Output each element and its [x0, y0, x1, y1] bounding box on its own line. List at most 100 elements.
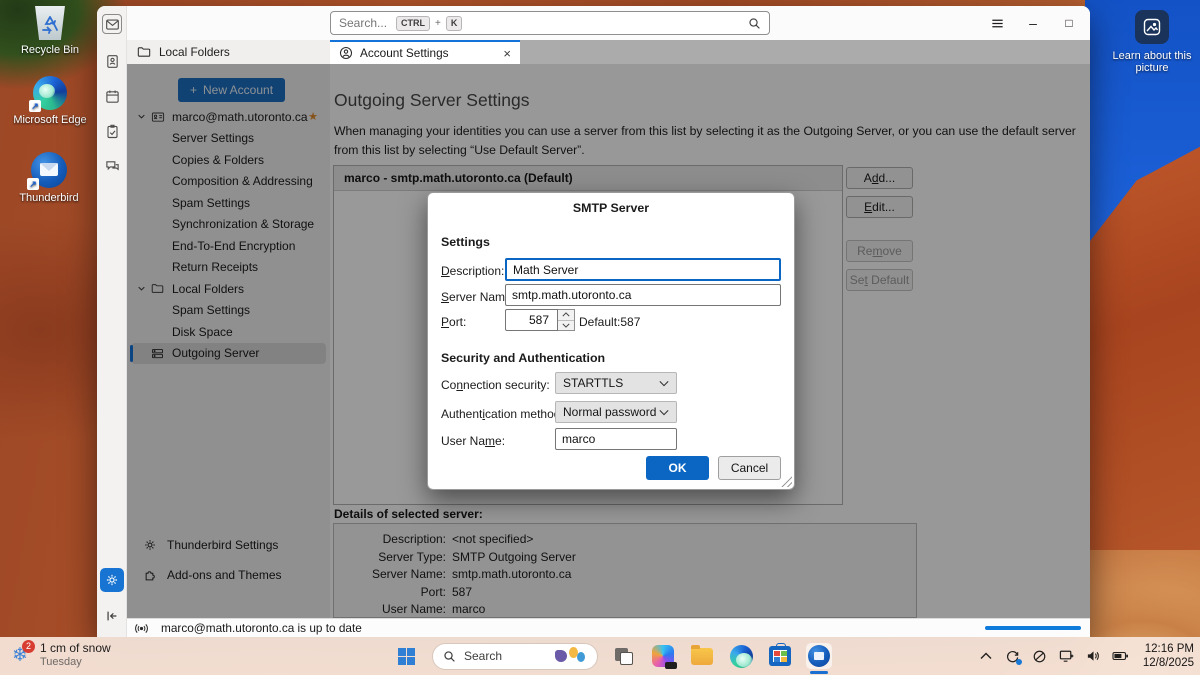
- server-name-label: Server Name:: [441, 290, 515, 304]
- addressbook-space-button[interactable]: [102, 51, 122, 71]
- unified-toolbar: Search... CTRL + K – □ ×: [127, 6, 1090, 40]
- desktop-icon-edge[interactable]: ↗ Microsoft Edge: [8, 76, 92, 126]
- shortcut-arrow-icon: ↗: [29, 100, 41, 112]
- copilot-button[interactable]: [650, 643, 676, 669]
- status-progress-bar: [985, 626, 1081, 630]
- tasks-icon: [105, 124, 120, 139]
- global-search-input[interactable]: Search... CTRL + K: [330, 11, 770, 35]
- file-explorer-icon: [691, 648, 713, 665]
- port-label: Port:: [441, 315, 466, 329]
- server-name-input[interactable]: smtp.math.utoronto.ca: [505, 284, 781, 306]
- clock-time: 12:16 PM: [1143, 642, 1194, 656]
- sync-update-icon[interactable]: [1004, 649, 1022, 664]
- status-bar: marco@math.utoronto.ca is up to date: [127, 618, 1090, 637]
- tab-label: Local Folders: [159, 45, 230, 59]
- desktop-icon-thunderbird[interactable]: ↗ Thunderbird: [7, 152, 91, 204]
- security-section-heading: Security and Authentication: [441, 351, 605, 365]
- activity-broadcast-icon: [134, 622, 149, 635]
- taskbar-clock[interactable]: 12:16 PM 12/8/2025: [1143, 642, 1194, 670]
- tab-close-button[interactable]: ×: [503, 47, 511, 60]
- mail-icon: [105, 17, 120, 32]
- chevron-down-icon: [659, 380, 669, 387]
- tasks-space-button[interactable]: [102, 121, 122, 141]
- settings-section-heading: Settings: [441, 235, 490, 249]
- battery-icon[interactable]: [1112, 650, 1130, 662]
- search-doodle-image: [553, 646, 587, 666]
- recycle-symbol-icon: [39, 14, 61, 34]
- shortcut-arrow-icon: ↗: [27, 178, 39, 190]
- maximize-button[interactable]: □: [1055, 9, 1083, 37]
- spaces-toolbar: [97, 6, 127, 637]
- mail-space-button[interactable]: [102, 14, 122, 34]
- port-spinner[interactable]: [558, 309, 575, 331]
- edge-button[interactable]: [728, 643, 754, 669]
- update-dot: [1016, 659, 1022, 665]
- search-placeholder: Search...: [339, 16, 387, 30]
- connection-security-select[interactable]: STARTTLS: [555, 372, 677, 394]
- user-name-input[interactable]: marco: [555, 428, 677, 450]
- learn-about-picture[interactable]: Learn about this picture: [1108, 10, 1196, 74]
- taskbar-search-label: Search: [464, 649, 502, 663]
- desktop-icon-label: Thunderbird: [7, 192, 91, 204]
- user-name-label: User Name:: [441, 434, 505, 448]
- tab-label: Account Settings: [360, 46, 449, 60]
- thunderbird-taskbar-button[interactable]: [806, 643, 832, 669]
- minimize-button[interactable]: –: [1019, 9, 1047, 37]
- search-icon: [748, 17, 761, 30]
- auth-method-label: Authentication method:: [441, 407, 564, 421]
- ok-button[interactable]: OK: [646, 456, 709, 480]
- tab-local-folders[interactable]: Local Folders: [127, 40, 330, 64]
- taskbar-search[interactable]: Search: [432, 643, 598, 670]
- desktop-icon-recycle-bin[interactable]: Recycle Bin: [8, 6, 92, 56]
- desktop-icon-label: Recycle Bin: [8, 44, 92, 56]
- chat-icon: [105, 159, 120, 174]
- collapse-spaces-button[interactable]: [102, 606, 122, 626]
- start-button[interactable]: [393, 643, 419, 669]
- task-view-button[interactable]: [611, 643, 637, 669]
- thunderbird-icon: ↗: [31, 152, 67, 188]
- weather-widget[interactable]: ❄2 1 cm of snow Tuesday: [8, 641, 111, 669]
- weather-subline: Tuesday: [40, 656, 111, 669]
- desktop-icon-label: Microsoft Edge: [8, 114, 92, 126]
- folder-icon: [137, 45, 151, 59]
- dialog-title: SMTP Server: [428, 201, 794, 215]
- notification-badge: 2: [22, 640, 35, 653]
- search-icon: [443, 650, 456, 663]
- collapse-left-icon: [105, 609, 119, 623]
- app-menu-button[interactable]: [983, 9, 1011, 37]
- edge-icon: ↗: [33, 76, 67, 110]
- tab-account-settings[interactable]: Account Settings ×: [330, 40, 520, 64]
- file-explorer-button[interactable]: [689, 643, 715, 669]
- dialog-resize-grip[interactable]: [781, 476, 792, 487]
- thunderbird-window: Search... CTRL + K – □ × Local Folders: [97, 6, 1090, 637]
- system-tray: 12:16 PM 12/8/2025: [977, 637, 1194, 675]
- copilot-icon: [652, 645, 674, 667]
- minimize-icon: –: [1029, 15, 1037, 31]
- cancel-button[interactable]: Cancel: [718, 456, 781, 480]
- tab-bar: Local Folders Account Settings ×: [127, 40, 1090, 64]
- screen: Recycle Bin ↗ Microsoft Edge ↗ Thunderbi…: [0, 0, 1200, 675]
- chevron-down-icon: [659, 409, 669, 416]
- microsoft-store-icon: [769, 646, 791, 666]
- status-text: marco@math.utoronto.ca is up to date: [161, 621, 362, 635]
- spinner-up-icon[interactable]: [558, 310, 574, 321]
- port-input[interactable]: 587: [505, 309, 558, 331]
- network-display-icon[interactable]: [1058, 649, 1076, 663]
- edge-icon: [730, 645, 753, 668]
- spinner-down-icon[interactable]: [558, 321, 574, 331]
- weather-headline: 1 cm of snow: [40, 641, 111, 656]
- do-not-disturb-icon[interactable]: [1031, 649, 1049, 664]
- calendar-space-button[interactable]: [102, 86, 122, 106]
- settings-space-button[interactable]: [100, 568, 124, 592]
- description-input[interactable]: Math Server: [505, 258, 781, 281]
- snowflake-icon: ❄2: [8, 644, 32, 667]
- microsoft-store-button[interactable]: [767, 643, 793, 669]
- chat-space-button[interactable]: [102, 156, 122, 176]
- clock-date: 12/8/2025: [1143, 656, 1194, 670]
- auth-method-select[interactable]: Normal password: [555, 401, 677, 423]
- hidden-icons-button[interactable]: [977, 652, 995, 660]
- hamburger-menu-icon: [990, 16, 1005, 31]
- calendar-icon: [105, 89, 120, 104]
- learn-about-label: Learn about this picture: [1108, 50, 1196, 74]
- volume-icon[interactable]: [1085, 649, 1103, 663]
